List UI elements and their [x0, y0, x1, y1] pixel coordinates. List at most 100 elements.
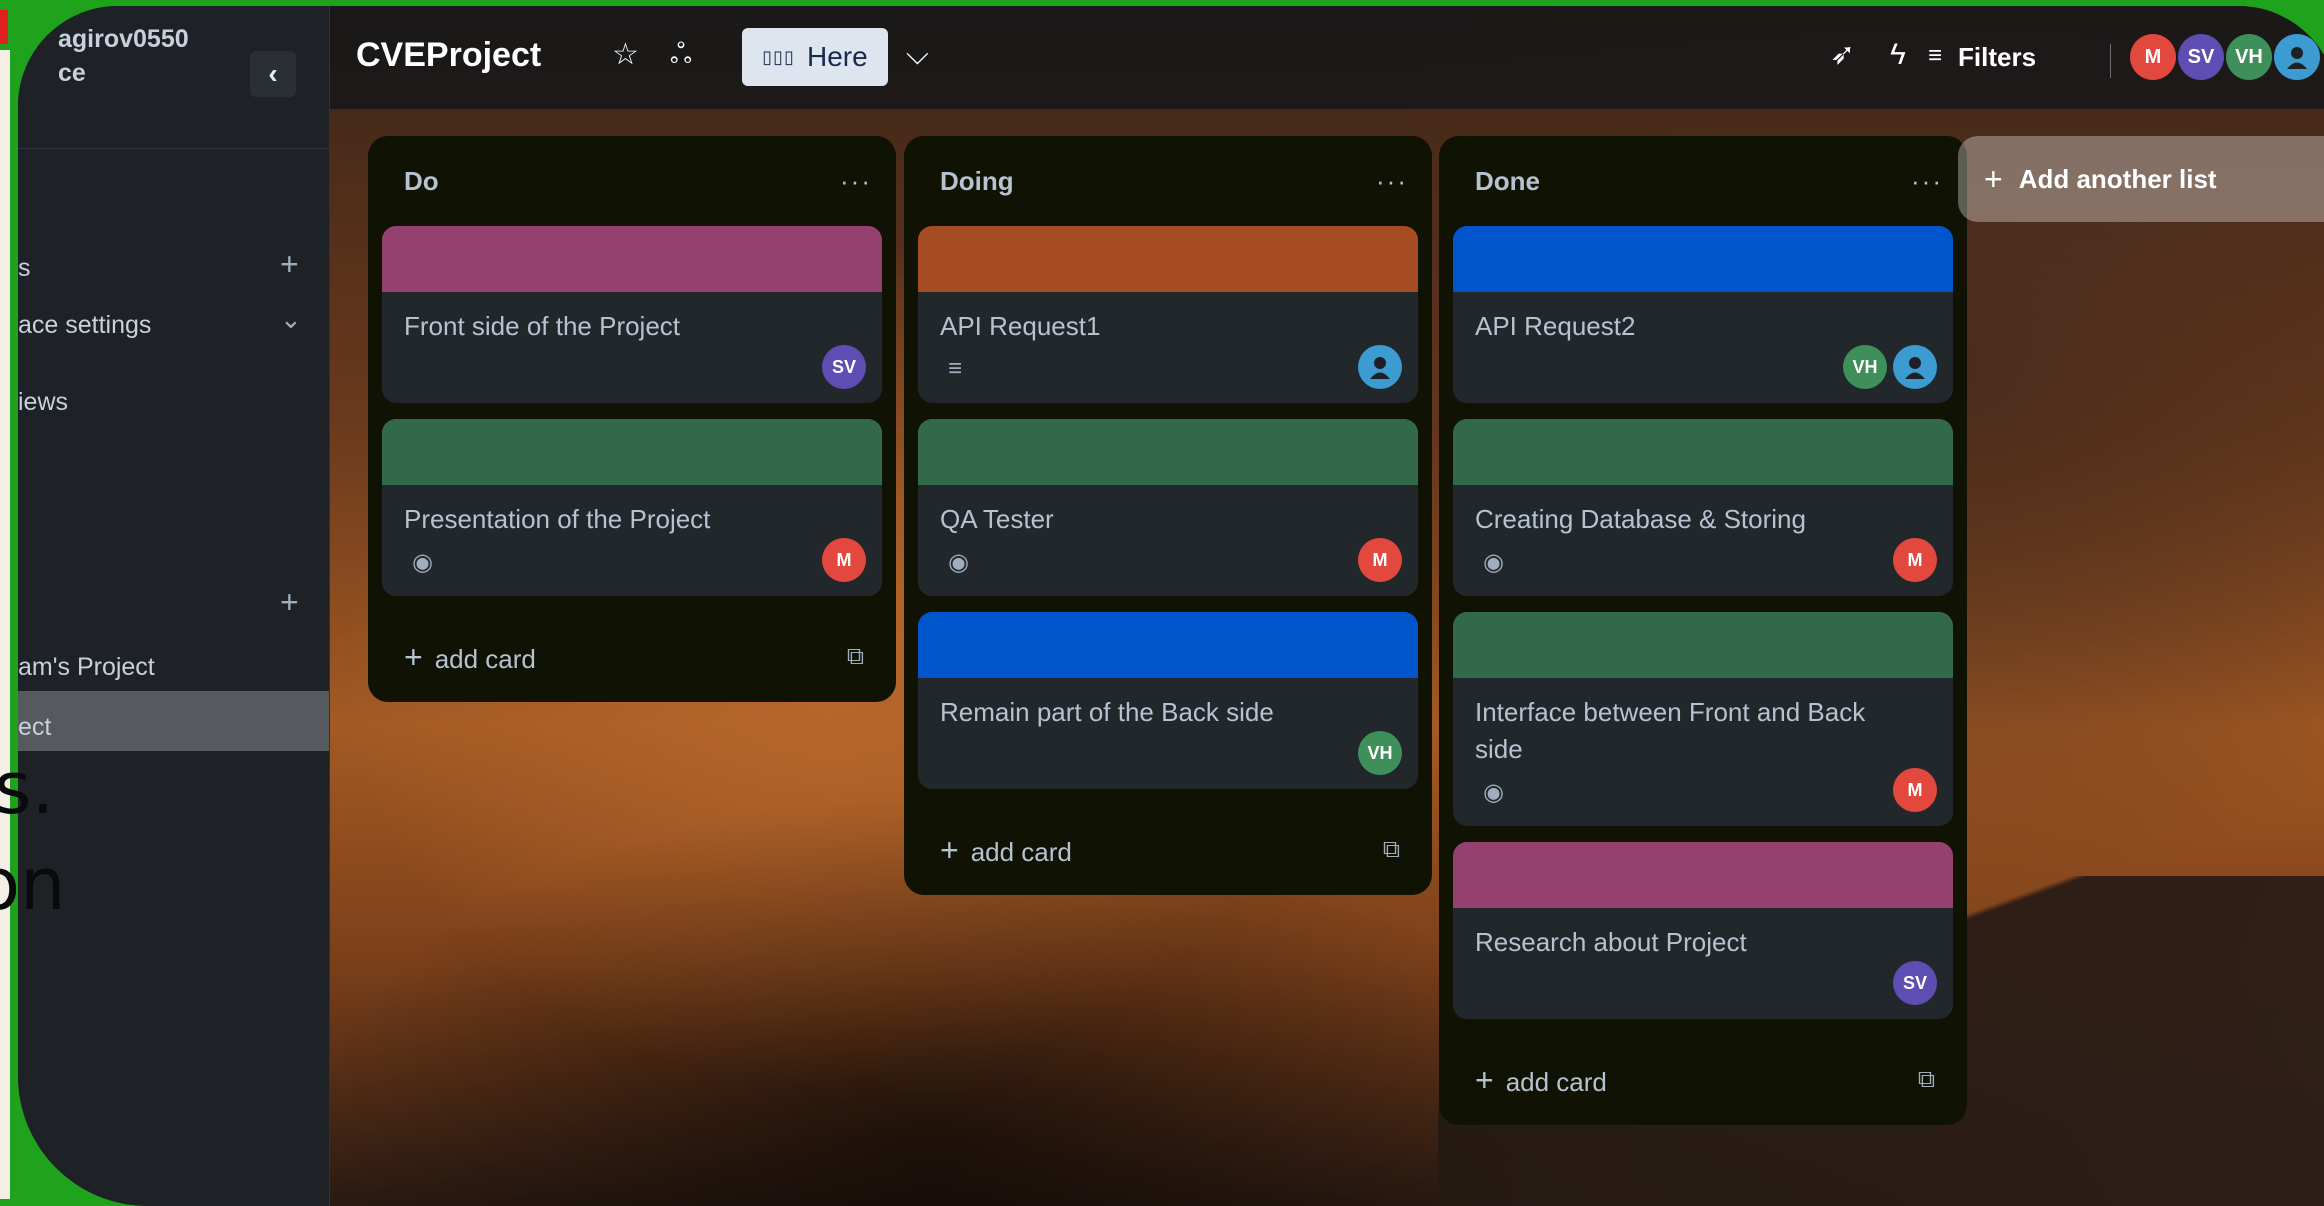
card-title: QA Tester — [940, 504, 1054, 534]
list-title[interactable]: Done — [1475, 166, 1540, 197]
card-badges: ◉ — [1475, 772, 1931, 812]
eye-icon: ◉ — [948, 548, 969, 576]
member-avatar[interactable]: SV — [2178, 34, 2224, 80]
sidebar-board-cveproject[interactable]: ect — [18, 713, 51, 742]
list-header: Doing ··· — [918, 136, 1418, 226]
card-members: VH — [1358, 731, 1402, 775]
card-badges — [1475, 965, 1931, 1005]
member-initials: M — [1907, 779, 1923, 800]
board-main: CVEProject ☆ ஃ ▯▯▯ Here ⌵ ➶ ϟ ≡ Filters … — [330, 6, 2324, 1206]
member-avatar[interactable] — [1893, 345, 1937, 389]
list-menu-button[interactable]: ··· — [840, 166, 872, 197]
collapse-sidebar-button[interactable]: ‹ — [250, 51, 296, 97]
member-initials: M — [836, 549, 852, 570]
card[interactable]: Creating Database & Storing ◉ M — [1453, 419, 1953, 596]
list-title[interactable]: Do — [404, 166, 439, 197]
card-title: Interface between Front and Back side — [1475, 697, 1866, 764]
list-menu-button[interactable]: ··· — [1911, 166, 1943, 197]
star-icon[interactable]: ☆ — [612, 40, 639, 70]
card-body: Research about Project SV — [1453, 908, 1953, 1019]
member-avatar[interactable]: M — [1893, 768, 1937, 812]
board-title[interactable]: CVEProject — [356, 36, 541, 75]
member-avatar[interactable]: SV — [822, 345, 866, 389]
visibility-icon[interactable]: ஃ — [670, 40, 692, 68]
card[interactable]: API Request1 ≡ — [918, 226, 1418, 403]
add-card-row: + add card ⧉ — [382, 612, 882, 702]
eye-icon: ◉ — [1483, 778, 1504, 806]
add-card-label: add card — [1505, 1066, 1607, 1097]
view-switcher-button[interactable]: ▯▯▯ Here — [742, 28, 888, 86]
plus-icon: + — [1984, 160, 2003, 197]
description-icon: ≡ — [948, 355, 963, 382]
card-badges: ◉ — [404, 542, 860, 582]
workspace-name: agirov0550 ce — [58, 22, 189, 90]
sidebar-item-boards[interactable]: s — [18, 254, 31, 283]
add-board-plus-icon[interactable]: + — [280, 246, 299, 283]
workspace-name-line1: agirov0550 — [58, 25, 189, 53]
member-avatar[interactable]: VH — [1358, 731, 1402, 775]
card-template-icon[interactable]: ⧉ — [1918, 1066, 1935, 1094]
member-avatar[interactable]: M — [1358, 538, 1402, 582]
sidebar-item-label: s — [18, 254, 31, 282]
card-template-icon[interactable]: ⧉ — [1383, 836, 1400, 864]
sidebar-board-teams-project[interactable]: am's Project — [18, 653, 155, 682]
card[interactable]: API Request2 VH — [1453, 226, 1953, 403]
member-avatar[interactable]: M — [822, 538, 866, 582]
card-title: API Request1 — [940, 311, 1101, 341]
card-title: API Request2 — [1475, 311, 1636, 341]
member-avatar[interactable]: VH — [1843, 345, 1887, 389]
list-doing: Doing ··· API Request1 ≡ QA Tester ◉ M R… — [904, 136, 1432, 895]
member-initials: SV — [1902, 972, 1927, 993]
chevron-down-icon[interactable]: ⌄ — [280, 304, 302, 335]
add-another-list-button[interactable]: + Add another list — [1958, 136, 2324, 222]
list-do: Do ··· Front side of the Project SV Pres… — [368, 136, 896, 702]
member-avatar[interactable]: M — [1893, 538, 1937, 582]
member-avatar[interactable] — [1358, 345, 1402, 389]
member-avatar[interactable] — [2274, 34, 2320, 80]
board-view-icon: ▯▯▯ — [762, 46, 795, 67]
card-template-icon[interactable]: ⧉ — [847, 643, 864, 671]
member-avatar[interactable]: SV — [1893, 961, 1937, 1005]
add-card-button[interactable]: + add card — [404, 639, 536, 676]
add-card-label: add card — [970, 836, 1072, 867]
list-title[interactable]: Doing — [940, 166, 1014, 197]
person-icon — [1370, 357, 1390, 379]
sidebar-item-workspace-settings[interactable]: ace settings — [18, 311, 151, 340]
card[interactable]: Remain part of the Back side VH — [918, 612, 1418, 789]
card-body: Remain part of the Back side VH — [918, 678, 1418, 789]
add-your-boards-plus-icon[interactable]: + — [280, 584, 299, 621]
card-badges: ≡ — [940, 349, 1396, 389]
card[interactable]: QA Tester ◉ M — [918, 419, 1418, 596]
card-cover — [1453, 226, 1953, 292]
plus-icon: + — [940, 831, 959, 868]
sidebar-item-views[interactable]: iews — [18, 388, 68, 417]
sidebar: agirov0550 ce ‹ s + ace settings ⌄ iews … — [18, 6, 330, 1206]
card-body: Front side of the Project SV — [382, 292, 882, 403]
filters-button[interactable]: Filters — [1958, 42, 2036, 73]
automation-icon[interactable]: ϟ — [1890, 40, 1906, 70]
card[interactable]: Research about Project SV — [1453, 842, 1953, 1019]
card-body: Presentation of the Project ◉ M — [382, 485, 882, 596]
chevron-down-icon[interactable]: ⌵ — [906, 40, 929, 70]
member-avatar[interactable]: VH — [2226, 34, 2272, 80]
card[interactable]: Front side of the Project SV — [382, 226, 882, 403]
list-menu-button[interactable]: ··· — [1376, 166, 1408, 197]
power-ups-icon[interactable]: ➶ — [1830, 40, 1855, 70]
sidebar-item-label: ace settings — [18, 311, 152, 339]
card-cover — [918, 226, 1418, 292]
card-title: Creating Database & Storing — [1475, 504, 1806, 534]
card-cover — [918, 612, 1418, 678]
card-body: Interface between Front and Back side ◉ … — [1453, 678, 1953, 826]
sidebar-board-active[interactable] — [18, 691, 329, 751]
add-card-button[interactable]: + add card — [1475, 1062, 1607, 1099]
outer-page-strip — [0, 50, 10, 1199]
add-card-button[interactable]: + add card — [940, 832, 1072, 869]
card-members: M — [1893, 538, 1937, 582]
member-initials: VH — [2235, 45, 2263, 68]
sidebar-divider — [18, 148, 329, 149]
card[interactable]: Presentation of the Project ◉ M — [382, 419, 882, 596]
card-body: API Request2 VH — [1453, 292, 1953, 403]
card[interactable]: Interface between Front and Back side ◉ … — [1453, 612, 1953, 826]
card-title: Research about Project — [1475, 927, 1747, 957]
member-avatar[interactable]: M — [2130, 34, 2176, 80]
